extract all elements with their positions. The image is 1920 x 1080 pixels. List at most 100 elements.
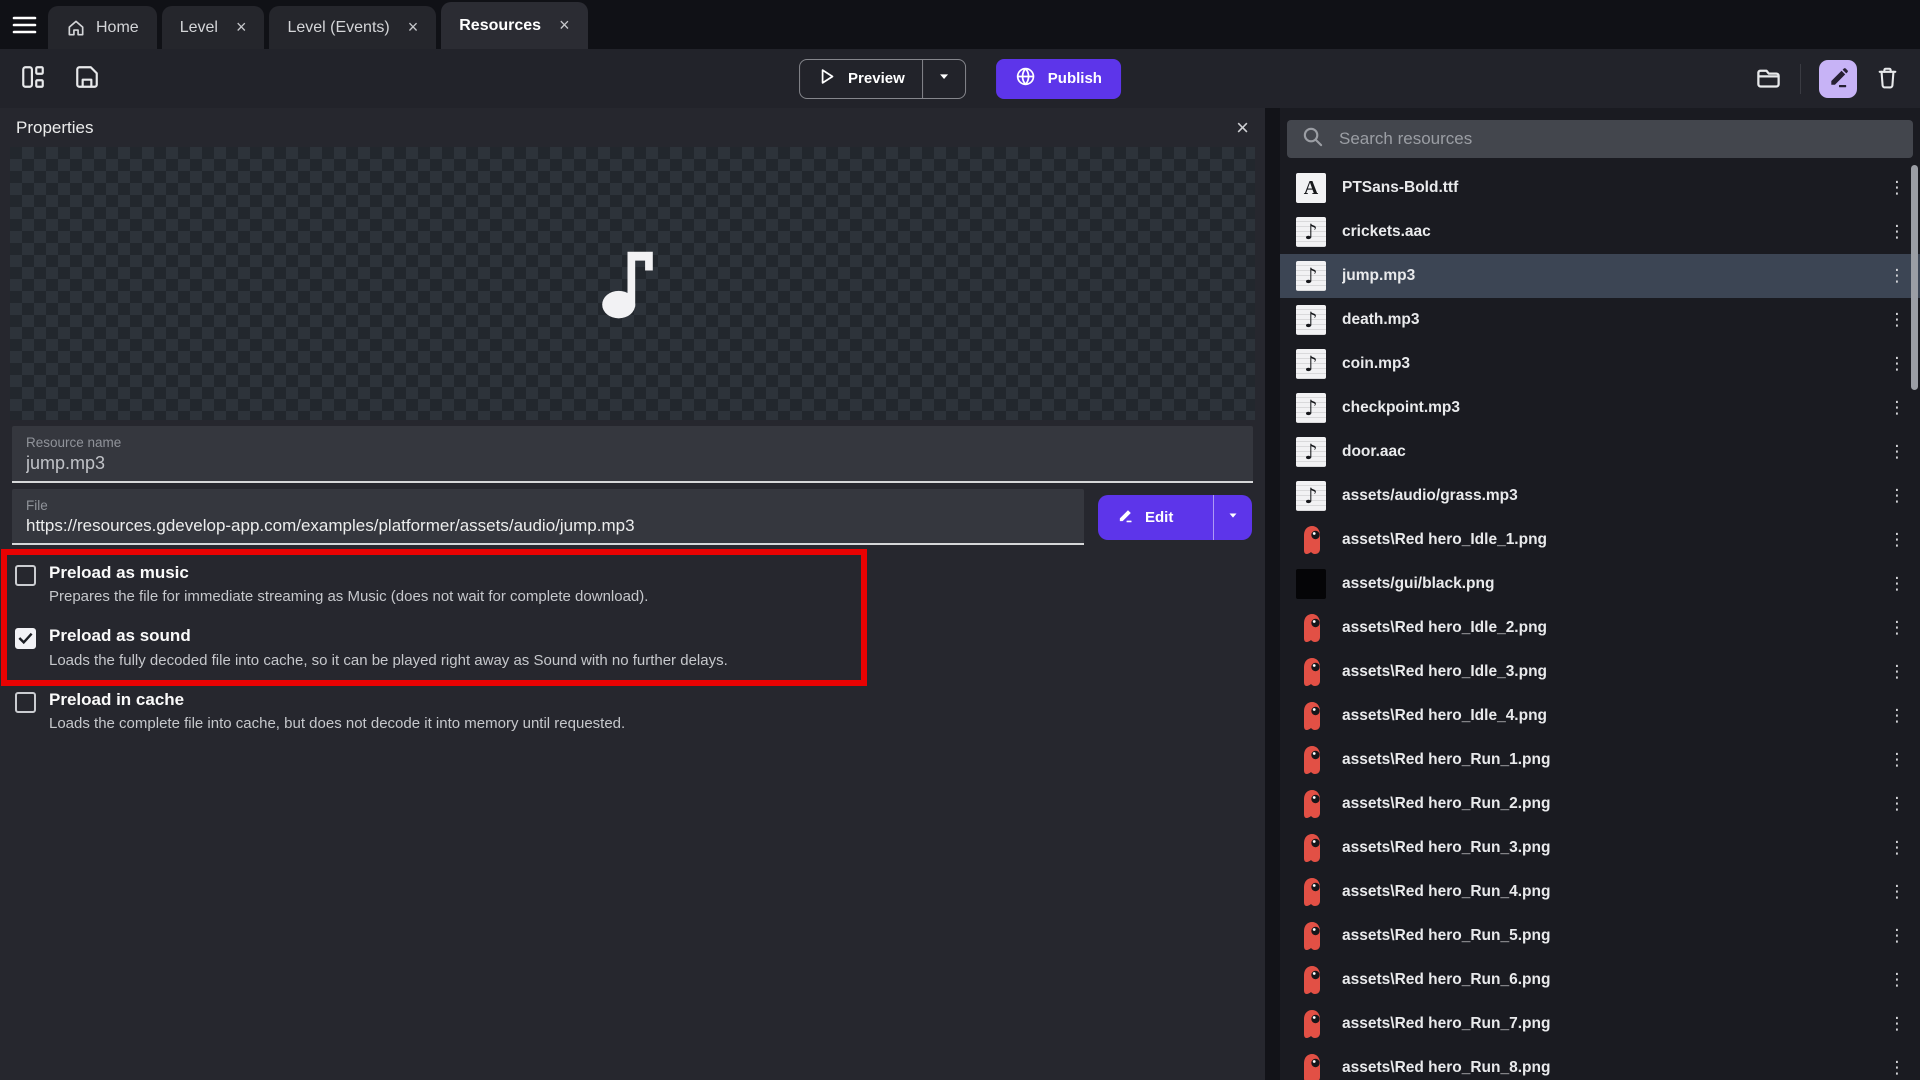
option-preload-as-sound: Preload as soundLoads the fully decoded …: [0, 614, 1265, 677]
option-description: Prepares the file for immediate streamin…: [49, 588, 648, 605]
resource-name: assets\Red hero_Run_8.png: [1342, 1059, 1868, 1077]
search-placeholder: Search resources: [1339, 129, 1472, 149]
resources-panel: Search resources APTSans-Bold.ttf⋮♪crick…: [1280, 108, 1920, 1080]
resource-row-assets-red-hero-run-7-png[interactable]: assets\Red hero_Run_7.png⋮: [1280, 1002, 1920, 1046]
tab-home[interactable]: Home: [48, 6, 157, 49]
resource-row-door-aac[interactable]: ♪door.aac⋮: [1280, 430, 1920, 474]
black-image-icon: [1296, 569, 1326, 599]
checkbox-preload-as-music[interactable]: [15, 565, 36, 586]
search-icon: [1301, 125, 1324, 153]
menu-hamburger-button[interactable]: [0, 0, 48, 49]
resource-menu-kebab-icon[interactable]: ⋮: [1884, 882, 1910, 902]
preload-options-section: Preload as musicPrepares the file for im…: [0, 551, 1265, 741]
file-value: https://resources.gdevelop-app.com/examp…: [26, 516, 1070, 536]
resource-menu-kebab-icon[interactable]: ⋮: [1884, 398, 1910, 418]
preview-button[interactable]: Preview: [800, 60, 922, 98]
resource-menu-kebab-icon[interactable]: ⋮: [1884, 706, 1910, 726]
open-folder-button[interactable]: [1751, 60, 1786, 98]
resource-row-assets-red-hero-idle-4-png[interactable]: assets\Red hero_Idle_4.png⋮: [1280, 694, 1920, 738]
resource-row-assets-gui-black-png[interactable]: assets/gui/black.png ⋮: [1280, 562, 1920, 606]
preview-options-dropdown-button[interactable]: [922, 60, 965, 98]
resource-menu-kebab-icon[interactable]: ⋮: [1884, 354, 1910, 374]
tab-level-events[interactable]: Level (Events)×: [269, 6, 436, 49]
music-note-icon: [600, 243, 666, 325]
tab-label: Home: [96, 19, 139, 37]
resource-row-assets-red-hero-run-4-png[interactable]: assets\Red hero_Run_4.png⋮: [1280, 870, 1920, 914]
toolbar-right-group: [1751, 60, 1904, 98]
resource-menu-kebab-icon[interactable]: ⋮: [1884, 310, 1910, 330]
resource-row-jump-mp3[interactable]: ♪jump.mp3⋮: [1280, 254, 1920, 298]
resource-menu-kebab-icon[interactable]: ⋮: [1884, 222, 1910, 242]
edit-options-dropdown-button[interactable]: [1213, 495, 1252, 540]
resource-menu-kebab-icon[interactable]: ⋮: [1884, 178, 1910, 198]
resource-row-assets-red-hero-run-5-png[interactable]: assets\Red hero_Run_5.png⋮: [1280, 914, 1920, 958]
resource-row-death-mp3[interactable]: ♪death.mp3⋮: [1280, 298, 1920, 342]
option-text: Preload in cacheLoads the complete file …: [49, 689, 625, 732]
resource-list: APTSans-Bold.ttf⋮♪crickets.aac⋮♪jump.mp3…: [1280, 166, 1920, 1080]
red-hero-sprite-icon: [1296, 657, 1326, 687]
tab-close-icon[interactable]: ×: [236, 17, 247, 38]
scrollbar-thumb[interactable]: [1911, 165, 1918, 390]
resource-row-assets-red-hero-run-1-png[interactable]: assets\Red hero_Run_1.png ⋮: [1280, 738, 1920, 782]
resource-menu-kebab-icon[interactable]: ⋮: [1884, 970, 1910, 990]
search-input[interactable]: Search resources: [1287, 120, 1913, 158]
resource-menu-kebab-icon[interactable]: ⋮: [1884, 530, 1910, 550]
red-hero-sprite-icon: [1296, 833, 1326, 863]
audio-file-icon: ♪: [1296, 481, 1326, 511]
play-icon: [817, 67, 836, 90]
resource-menu-kebab-icon[interactable]: ⋮: [1884, 266, 1910, 286]
file-label: File: [26, 498, 1070, 513]
resource-menu-kebab-icon[interactable]: ⋮: [1884, 662, 1910, 682]
tab-close-icon[interactable]: ×: [408, 17, 419, 38]
resource-row-assets-red-hero-run-2-png[interactable]: assets\Red hero_Run_2.png⋮: [1280, 782, 1920, 826]
resource-menu-kebab-icon[interactable]: ⋮: [1884, 1058, 1910, 1078]
tab-label: Resources: [459, 17, 541, 35]
edit-properties-toggle-button[interactable]: [1819, 60, 1857, 98]
resource-name: assets\Red hero_Idle_1.png: [1342, 531, 1868, 549]
option-label: Preload in cache: [49, 689, 625, 710]
resource-menu-kebab-icon[interactable]: ⋮: [1884, 486, 1910, 506]
home-icon: [66, 18, 86, 38]
resource-name: assets\Red hero_Run_1.png: [1342, 751, 1868, 769]
toolbar-center-group: Preview Publish: [799, 59, 1121, 99]
resource-row-assets-red-hero-run-6-png[interactable]: assets\Red hero_Run_6.png⋮: [1280, 958, 1920, 1002]
resource-menu-kebab-icon[interactable]: ⋮: [1884, 574, 1910, 594]
resource-row-assets-red-hero-idle-2-png[interactable]: assets\Red hero_Idle_2.png⋮: [1280, 606, 1920, 650]
resource-name: assets/gui/black.png: [1342, 575, 1868, 593]
resource-menu-kebab-icon[interactable]: ⋮: [1884, 794, 1910, 814]
option-preload-as-music: Preload as musicPrepares the file for im…: [0, 551, 1265, 614]
resource-menu-kebab-icon[interactable]: ⋮: [1884, 1014, 1910, 1034]
resource-menu-kebab-icon[interactable]: ⋮: [1884, 442, 1910, 462]
chevron-down-icon: [936, 68, 952, 89]
resource-row-assets-red-hero-idle-1-png[interactable]: assets\Red hero_Idle_1.png ⋮: [1280, 518, 1920, 562]
tab-level[interactable]: Level×: [162, 6, 265, 49]
file-field[interactable]: File https://resources.gdevelop-app.com/…: [12, 489, 1084, 545]
save-button[interactable]: [70, 60, 104, 97]
save-floppy-icon: [74, 64, 100, 93]
resource-menu-kebab-icon[interactable]: ⋮: [1884, 618, 1910, 638]
file-row: File https://resources.gdevelop-app.com/…: [0, 483, 1265, 545]
properties-header: Properties ×: [0, 108, 1265, 147]
resource-row-assets-red-hero-run-8-png[interactable]: assets\Red hero_Run_8.png ⋮: [1280, 1046, 1920, 1080]
toggle-panels-button[interactable]: [16, 60, 50, 97]
resource-row-assets-red-hero-idle-3-png[interactable]: assets\Red hero_Idle_3.png⋮: [1280, 650, 1920, 694]
checkbox-preload-in-cache[interactable]: [15, 692, 36, 713]
resource-menu-kebab-icon[interactable]: ⋮: [1884, 838, 1910, 858]
edit-button[interactable]: Edit: [1098, 495, 1213, 540]
resource-row-checkpoint-mp3[interactable]: ♪checkpoint.mp3⋮: [1280, 386, 1920, 430]
checkbox-preload-as-sound[interactable]: [15, 628, 36, 649]
delete-resource-button[interactable]: [1871, 61, 1904, 97]
resource-menu-kebab-icon[interactable]: ⋮: [1884, 926, 1910, 946]
resource-row-assets-red-hero-run-3-png[interactable]: assets\Red hero_Run_3.png⋮: [1280, 826, 1920, 870]
resource-name-field[interactable]: Resource name jump.mp3: [12, 426, 1253, 483]
resource-row-assets-audio-grass-mp3[interactable]: ♪assets/audio/grass.mp3⋮: [1280, 474, 1920, 518]
tab-resources[interactable]: Resources ×: [441, 2, 587, 49]
resource-menu-kebab-icon[interactable]: ⋮: [1884, 750, 1910, 770]
resource-row-coin-mp3[interactable]: ♪coin.mp3⋮: [1280, 342, 1920, 386]
publish-button[interactable]: Publish: [996, 59, 1121, 99]
tab-close-icon[interactable]: ×: [559, 15, 570, 36]
resource-row-crickets-aac[interactable]: ♪crickets.aac⋮: [1280, 210, 1920, 254]
close-properties-icon[interactable]: ×: [1236, 117, 1249, 139]
preview-button-label: Preview: [848, 70, 905, 87]
resource-row-ptsans-bold-ttf[interactable]: APTSans-Bold.ttf⋮: [1280, 166, 1920, 210]
